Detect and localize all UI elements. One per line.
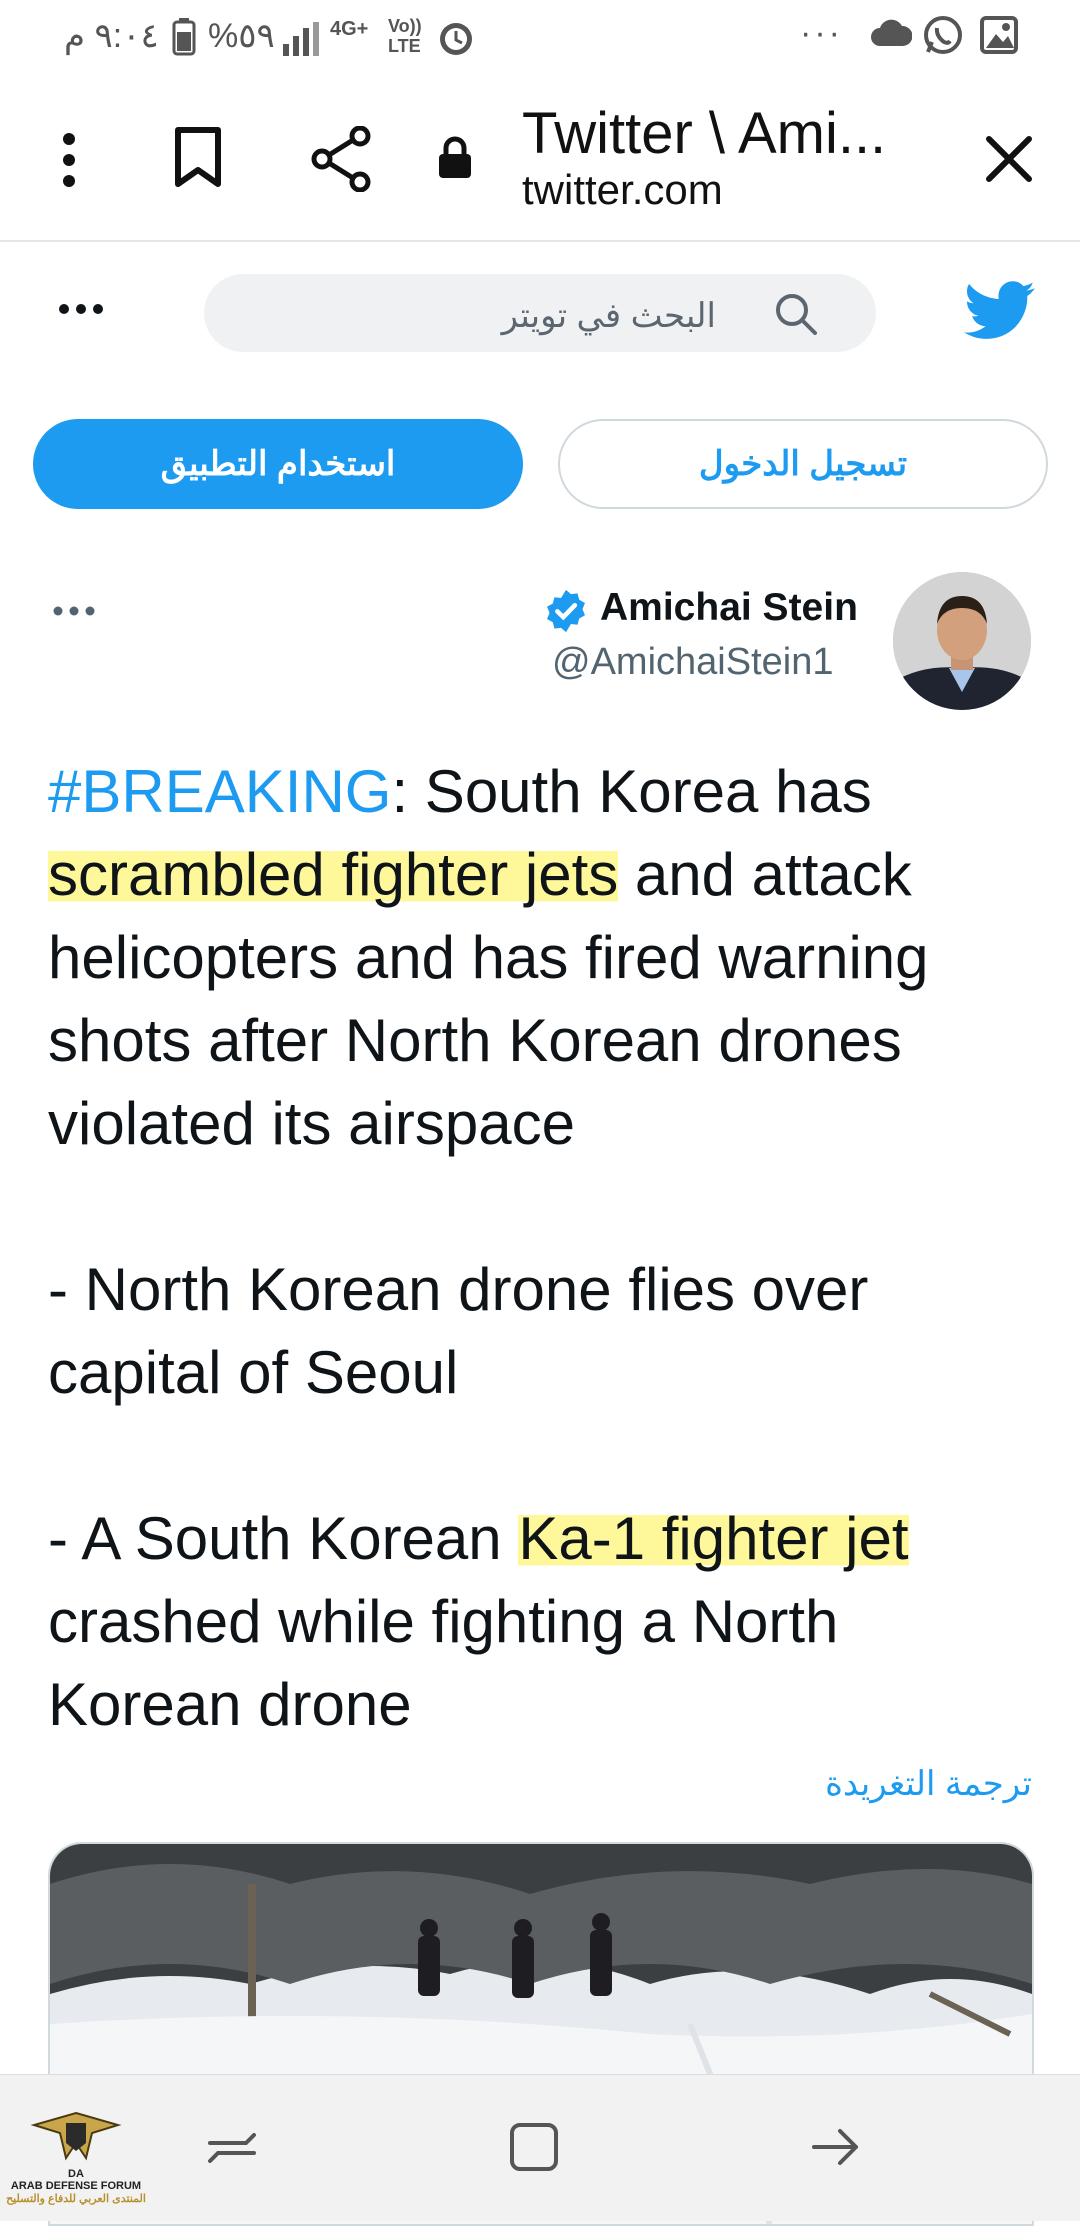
search-icon bbox=[774, 292, 818, 341]
alarm-icon bbox=[436, 16, 476, 63]
watermark-subtitle: المنتدى العربي للدفاع والتسليح bbox=[6, 2193, 146, 2205]
highlighted-text: scrambled fighter jets bbox=[48, 841, 619, 908]
system-navigation-bar: DA ARAB DEFENSE FORUM المنتدى العربي للد… bbox=[0, 2074, 1080, 2221]
tweet-paragraph-1: #BREAKING: South Korea has scrambled fig… bbox=[48, 750, 1038, 1165]
tweet-text-segment: crashed while fighting a North Korean dr… bbox=[48, 1588, 839, 1738]
battery-icon bbox=[172, 18, 196, 61]
cloud-icon bbox=[870, 18, 913, 53]
whatsapp-icon bbox=[922, 14, 964, 61]
network-type: 4G+ bbox=[330, 18, 369, 40]
gallery-icon bbox=[980, 16, 1018, 59]
tweet-author-name[interactable]: Amichai Stein bbox=[600, 586, 858, 630]
recent-apps-icon[interactable] bbox=[206, 2123, 258, 2176]
tweet-more-icon[interactable] bbox=[52, 604, 96, 622]
tweet-paragraph-2: - North Korean drone flies over capital … bbox=[48, 1256, 869, 1406]
verified-badge-icon bbox=[543, 588, 589, 634]
status-bar: ٩:٠٤ م %٥٩ 4G+ Vo)) LTE ··· bbox=[0, 0, 1080, 80]
lock-icon bbox=[437, 136, 473, 185]
tweet-text: #BREAKING: South Korea has scrambled fig… bbox=[48, 750, 1038, 1746]
volte-label: Vo)) LTE bbox=[388, 16, 422, 56]
status-time: ٩:٠٤ م bbox=[64, 17, 159, 55]
highlighted-text: Ka-1 fighter jet bbox=[518, 1505, 909, 1572]
translate-tweet-link[interactable]: ترجمة التغريدة bbox=[825, 1764, 1032, 1804]
back-button-icon[interactable] bbox=[810, 2125, 862, 2174]
eagle-logo-icon bbox=[30, 2111, 122, 2161]
twitter-logo-icon[interactable] bbox=[964, 280, 1036, 347]
watermark-title: ARAB DEFENSE FORUM bbox=[10, 2180, 142, 2192]
menu-kebab-icon[interactable] bbox=[62, 132, 76, 193]
home-button-icon[interactable] bbox=[508, 2121, 560, 2178]
tweet-text-segment: - A South Korean bbox=[48, 1505, 519, 1572]
search-placeholder: البحث في تويتر bbox=[501, 297, 716, 335]
page-domain: twitter.com bbox=[522, 166, 723, 213]
tweet-paragraph-3: - A South Korean Ka-1 fighter jet crashe… bbox=[48, 1497, 1038, 1746]
more-notifications-icon: ··· bbox=[800, 14, 843, 52]
bookmark-icon[interactable] bbox=[174, 126, 222, 193]
tweet-text-segment: : South Korea has bbox=[391, 758, 872, 825]
watermark-logo: DA ARAB DEFENSE FORUM المنتدى العربي للد… bbox=[6, 2103, 146, 2205]
login-button[interactable]: تسجيل الدخول bbox=[558, 419, 1048, 509]
watermark-initials: DA bbox=[68, 2168, 84, 2180]
tweet-author-handle[interactable]: @AmichaiStein1 bbox=[552, 641, 833, 684]
hashtag-link[interactable]: #BREAKING bbox=[48, 758, 391, 825]
use-app-button[interactable]: استخدام التطبيق bbox=[33, 419, 523, 509]
page-title: Twitter \ Ami... bbox=[522, 101, 887, 166]
more-options-icon[interactable] bbox=[58, 302, 104, 320]
close-tab-icon[interactable] bbox=[984, 134, 1034, 189]
signal-icon bbox=[283, 22, 323, 61]
avatar[interactable] bbox=[893, 572, 1031, 710]
search-input[interactable]: البحث في تويتر bbox=[204, 274, 876, 352]
share-icon[interactable] bbox=[310, 125, 372, 197]
battery-percent: %٥٩ bbox=[208, 17, 275, 55]
